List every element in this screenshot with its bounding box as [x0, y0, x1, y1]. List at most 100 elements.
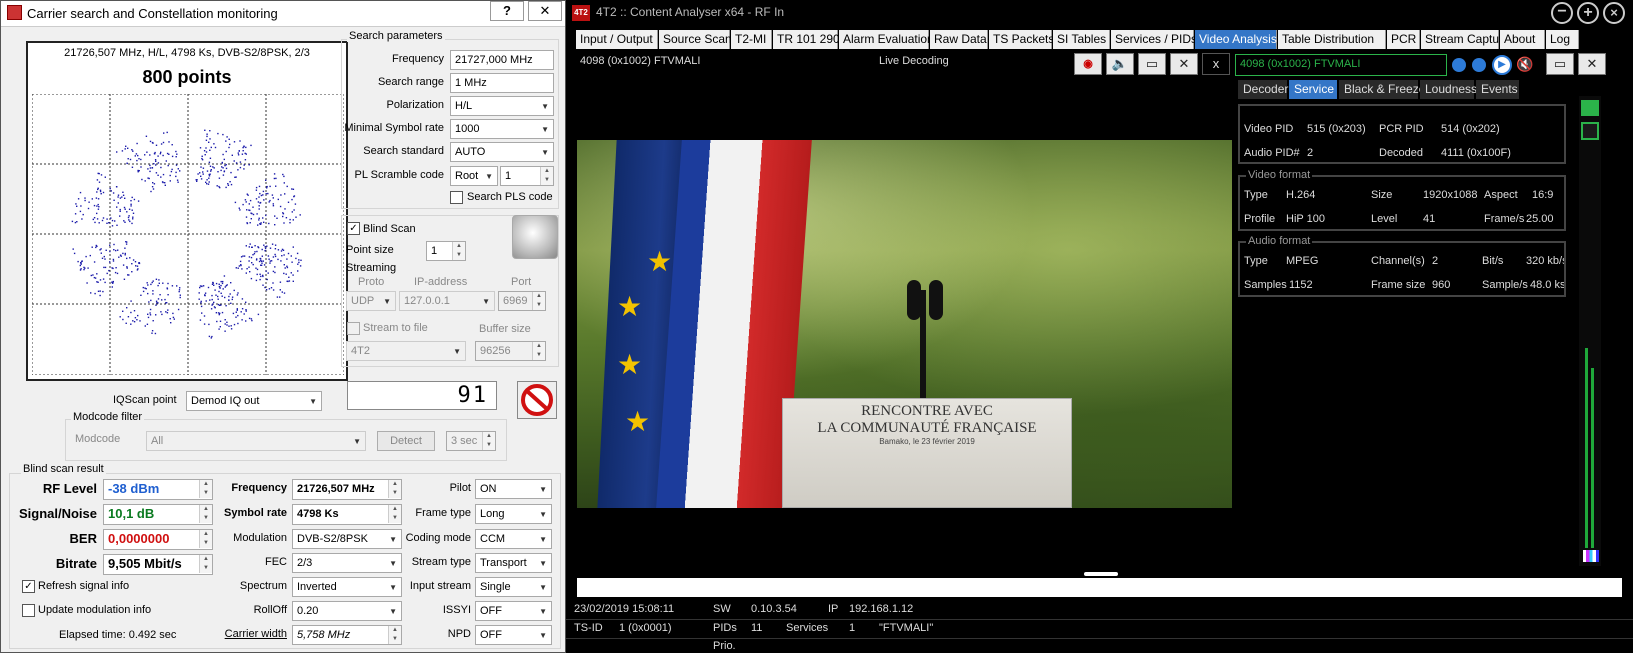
issyi-select[interactable]: OFF ▼	[475, 601, 552, 621]
tab-ts-packets[interactable]: TS Packets	[989, 30, 1054, 49]
frequency-input[interactable]: 21727,000 MHz	[450, 50, 554, 70]
spinner-icon[interactable]: ▲ ▼	[452, 242, 465, 260]
spinner-icon[interactable]: ▲ ▼	[388, 480, 401, 498]
spinner-icon[interactable]: ▲ ▼	[482, 432, 495, 450]
pl-scramble-type-select[interactable]: Root ▼	[450, 166, 498, 186]
tab-table-distribution[interactable]: Table Distribution	[1278, 30, 1386, 49]
rolloff-select[interactable]: 0.20 ▼	[292, 601, 402, 621]
tab-t2-mi[interactable]: T2-MI	[731, 30, 772, 49]
input-stream-select[interactable]: Single ▼	[475, 577, 552, 597]
spinner-icon[interactable]: ▲ ▼	[532, 292, 545, 310]
constellation-point	[258, 196, 260, 198]
spectrum-select[interactable]: Inverted ▼	[292, 577, 402, 597]
port-input[interactable]: 6969 ▲ ▼	[498, 291, 546, 311]
subtab-loudness[interactable]: Loudness	[1420, 80, 1477, 99]
window-titlebar[interactable]: Carrier search and Constellation monitor…	[1, 1, 565, 27]
monitor-settings-icon[interactable]: ▭	[1546, 53, 1574, 75]
search-pls-checkbox[interactable]	[450, 191, 463, 204]
npd-select[interactable]: OFF ▼	[475, 625, 552, 645]
subtab-decoder[interactable]: Decoder	[1238, 80, 1288, 99]
help-button[interactable]: ?	[490, 1, 524, 21]
tools-icon[interactable]: ✕	[1170, 53, 1198, 75]
point-size-input[interactable]: 1 ▲ ▼	[426, 241, 466, 261]
search-range-input[interactable]: 1 MHz	[450, 73, 554, 93]
stop-button[interactable]	[517, 381, 557, 419]
fec-select[interactable]: 2/3 ▼	[292, 553, 402, 573]
tab-stream-capture[interactable]: Stream Capture	[1421, 30, 1510, 49]
tab-about[interactable]: About	[1500, 30, 1545, 49]
tab-si-tables[interactable]: SI Tables	[1053, 30, 1110, 49]
timeout-input[interactable]: 3 sec ▲ ▼	[446, 431, 496, 451]
tab-pcr[interactable]: PCR	[1387, 30, 1420, 49]
spinner-icon[interactable]: ▲ ▼	[199, 555, 212, 573]
constellation-point	[122, 252, 124, 255]
spinner-icon[interactable]: ▲ ▼	[199, 480, 212, 498]
globe2-icon[interactable]	[1472, 58, 1486, 72]
subtab-events[interactable]: Events	[1476, 80, 1520, 99]
globe-icon[interactable]	[1452, 58, 1466, 72]
refresh-signal-checkbox[interactable]: ✓	[22, 580, 35, 593]
constellation-point	[122, 310, 124, 312]
frame-type-select[interactable]: Long ▼	[475, 504, 552, 524]
search-standard-select[interactable]: AUTO ▼	[450, 142, 554, 162]
modulation-select[interactable]: DVB-S2/8PSK ▼	[292, 529, 402, 549]
polarization-select[interactable]: H/L ▼	[450, 96, 554, 116]
blind-scan-checkbox[interactable]: ✓	[347, 222, 360, 235]
tab-source-scan[interactable]: Source Scan	[659, 30, 732, 49]
pilot-select[interactable]: ON ▼	[475, 479, 552, 499]
service-select[interactable]: 4098 (0x1002) FTVMALI	[1235, 54, 1447, 76]
coding-mode-select[interactable]: CCM ▼	[475, 529, 552, 549]
subtab-black-freeze[interactable]: Black & Freeze	[1339, 80, 1425, 99]
record-icon[interactable]: ◉	[1074, 53, 1102, 75]
detect-button[interactable]: Detect	[377, 431, 435, 451]
stream-type-select[interactable]: Transport ▼	[475, 553, 552, 573]
meter-color-strip	[1583, 550, 1599, 562]
constellation-point	[257, 224, 259, 226]
spinner-icon[interactable]: ▲ ▼	[388, 505, 401, 523]
close-button[interactable]: ✕	[528, 1, 562, 21]
constellation-point	[227, 183, 229, 185]
tab-raw-data[interactable]: Raw Data	[930, 30, 988, 49]
result-frequency-label: Frequency	[231, 482, 287, 494]
close-video-icon[interactable]: x	[1202, 53, 1230, 75]
constellation-point	[272, 270, 275, 273]
constellation-point	[235, 162, 238, 164]
iqscan-select[interactable]: Demod IQ out ▼	[186, 391, 322, 411]
min-symbol-rate-select[interactable]: 1000 ▼	[450, 119, 554, 139]
tools-settings-icon[interactable]: ✕	[1578, 53, 1606, 75]
modcode-select[interactable]: All ▼	[146, 431, 366, 451]
buffer-size-input[interactable]: 96256 ▲ ▼	[475, 341, 546, 361]
tab-input-output[interactable]: Input / Output	[576, 30, 658, 49]
tab-video-analysis[interactable]: Video Analysis	[1195, 30, 1277, 49]
spinner-icon[interactable]: ▲ ▼	[199, 505, 212, 523]
mute-icon[interactable]: 🔇	[1516, 56, 1533, 73]
ip-address-select[interactable]: 127.0.0.1 ▼	[399, 291, 495, 311]
constellation-point	[97, 172, 99, 175]
tab-services-pids[interactable]: Services / PIDs	[1111, 30, 1197, 49]
meter-screen-icon[interactable]	[1581, 122, 1599, 140]
tab-alarm-evaluation[interactable]: Alarm Evaluation	[839, 30, 934, 49]
spinner-icon[interactable]: ▲ ▼	[199, 530, 212, 548]
constellation-point	[79, 210, 82, 213]
meter-monitor-icon[interactable]	[1581, 100, 1599, 116]
stream-to-file-checkbox[interactable]	[347, 322, 360, 335]
spinner-icon[interactable]: ▲ ▼	[540, 167, 553, 185]
play-icon[interactable]: ▶	[1492, 55, 1512, 75]
file-select[interactable]: 4T2 ▼	[346, 341, 466, 361]
speaker-icon[interactable]: 🔈	[1106, 53, 1134, 75]
constellation-point	[162, 173, 165, 176]
proto-select[interactable]: UDP ▼	[346, 291, 396, 311]
update-modulation-checkbox[interactable]	[22, 604, 35, 617]
subtab-service[interactable]: Service	[1289, 80, 1338, 99]
monitor-icon[interactable]: ▭	[1138, 53, 1166, 75]
constellation-point	[245, 309, 247, 311]
constellation-point	[151, 167, 154, 169]
scan-logo-icon[interactable]	[512, 215, 558, 259]
spinner-icon[interactable]: ▲ ▼	[388, 626, 401, 644]
constellation-point	[219, 320, 222, 322]
tab-tr-101-290[interactable]: TR 101 290	[773, 30, 840, 49]
pl-scramble-code-input[interactable]: 1 ▲ ▼	[500, 166, 554, 186]
tab-log[interactable]: Log	[1546, 30, 1579, 49]
spinner-icon[interactable]: ▲ ▼	[532, 342, 545, 360]
constellation-point	[237, 152, 239, 154]
